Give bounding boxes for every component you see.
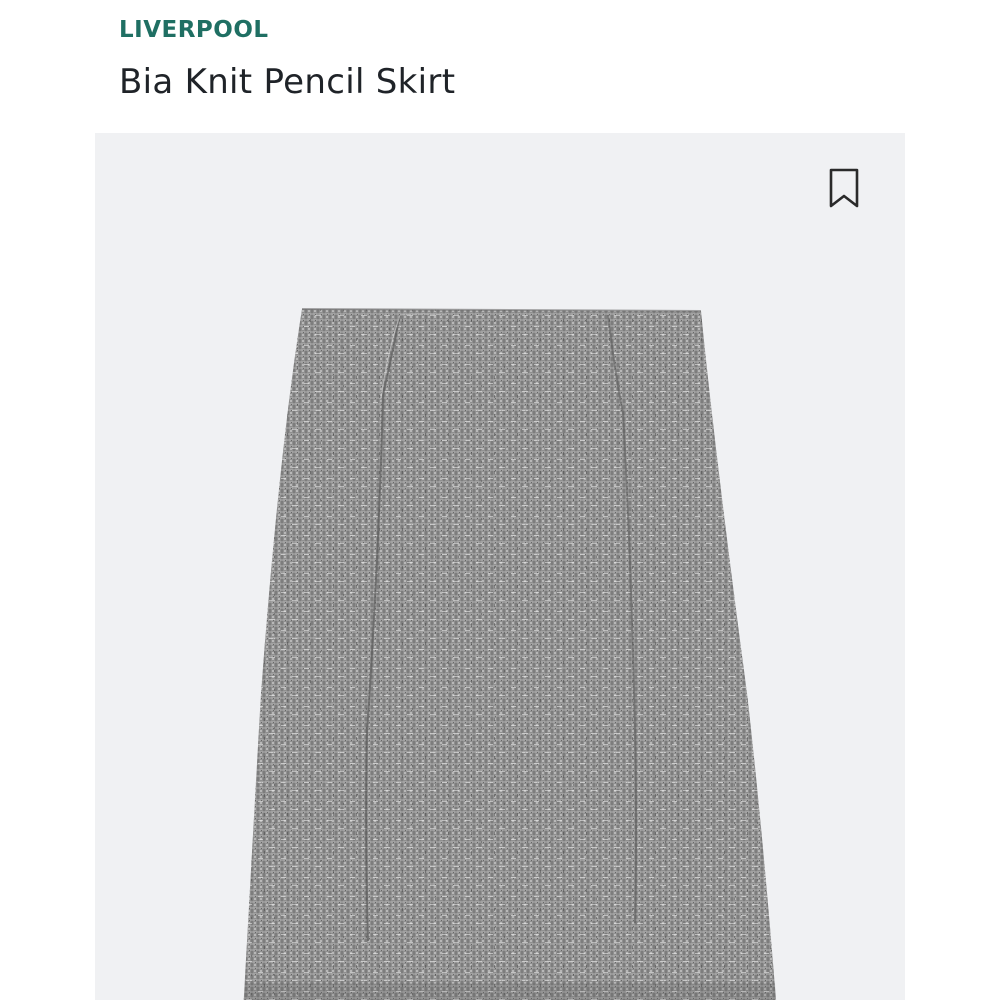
product-header: LIVERPOOL Bia Knit Pencil Skirt bbox=[95, 0, 905, 133]
brand-name[interactable]: LIVERPOOL bbox=[119, 17, 269, 43]
product-page: LIVERPOOL Bia Knit Pencil Skirt bbox=[0, 0, 1000, 1000]
skirt-image bbox=[243, 308, 777, 1000]
product-image[interactable] bbox=[95, 133, 905, 1000]
bookmark-icon[interactable] bbox=[827, 167, 861, 209]
product-title: Bia Knit Pencil Skirt bbox=[119, 62, 456, 102]
